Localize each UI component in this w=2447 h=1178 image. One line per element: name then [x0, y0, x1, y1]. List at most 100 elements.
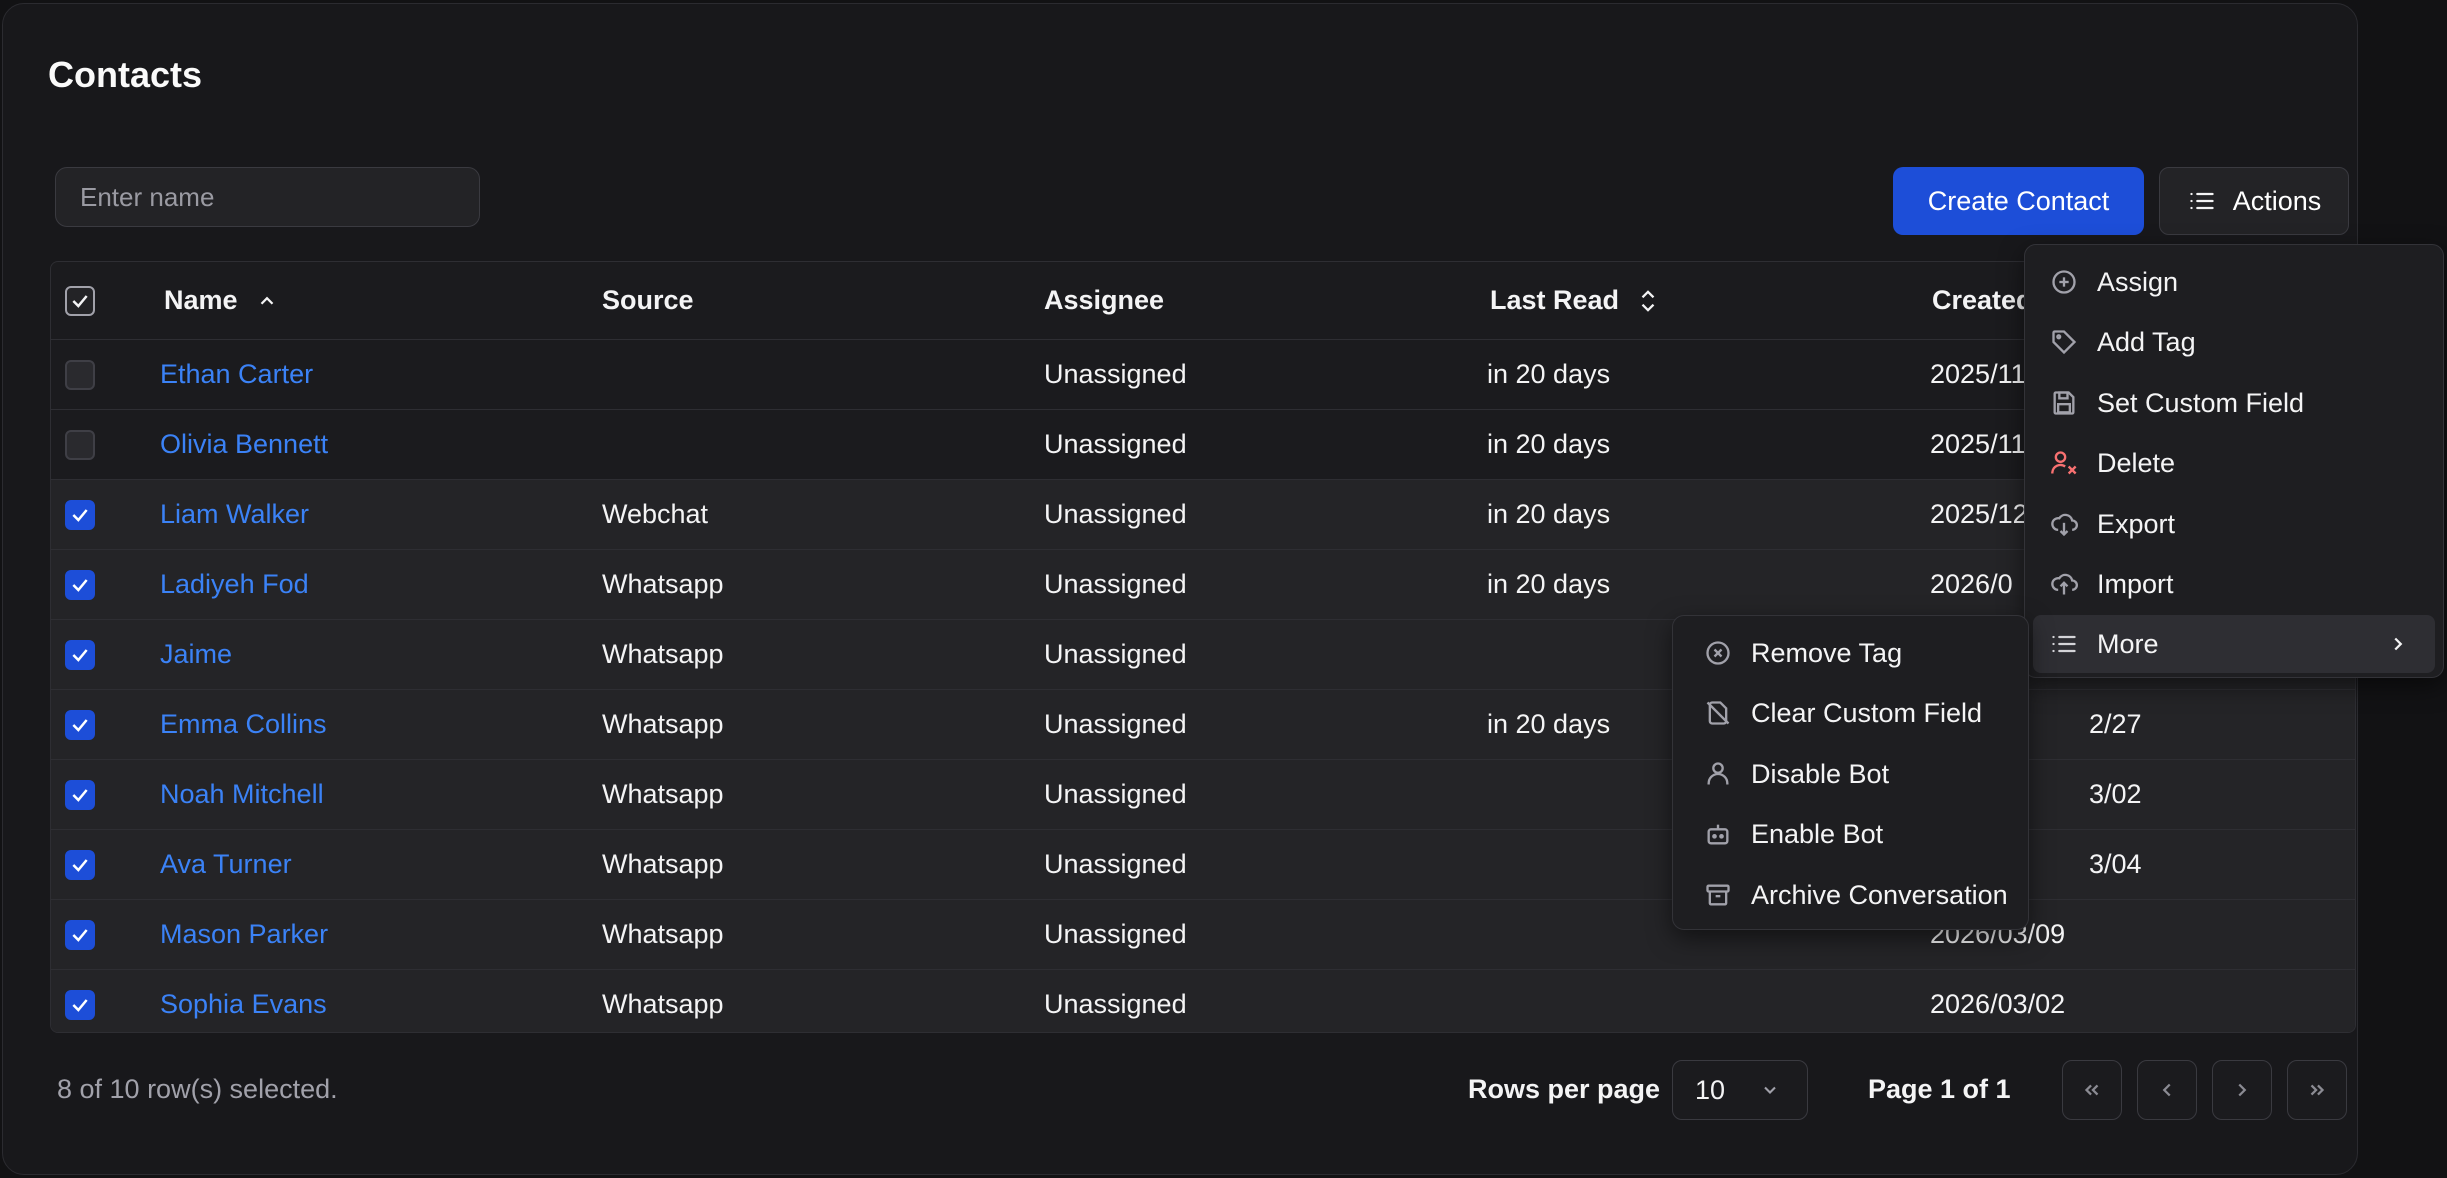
rows-per-page-select[interactable]: 10 [1672, 1060, 1808, 1120]
submenu-item-remove-tag[interactable]: Remove Tag [1681, 624, 2020, 682]
contact-name-link[interactable]: Ladiyeh Fod [160, 569, 309, 600]
row-checkbox[interactable] [65, 709, 95, 740]
user-icon [1703, 759, 1733, 789]
menu-item-import[interactable]: Import [2033, 555, 2435, 613]
created-cell: 3/02 [2089, 779, 2142, 809]
search-input[interactable] [55, 167, 480, 227]
column-header-last-read[interactable]: Last Read [1490, 262, 1663, 339]
last-read-cell: in 20 days [1487, 499, 1611, 529]
menu-item-delete[interactable]: Delete [2033, 434, 2435, 492]
assignee-cell: Unassigned [1044, 429, 1187, 459]
created-cell: 2026/03/02 [1930, 989, 2066, 1019]
contact-name-link[interactable]: Jaime [160, 639, 232, 670]
created-cell: 2026/0 [1930, 569, 2013, 599]
contact-name-link[interactable]: Ava Turner [160, 849, 292, 880]
file-off-icon [1703, 698, 1733, 728]
assignee-cell: Unassigned [1044, 849, 1187, 879]
previous-page-button[interactable] [2137, 1060, 2197, 1120]
assignee-cell: Unassigned [1044, 989, 1187, 1019]
row-checkbox[interactable] [65, 779, 95, 810]
table-row: Olivia Bennett Unassigned in 20 days 2025/1… [51, 410, 2355, 480]
sort-ascending-icon [252, 286, 282, 316]
source-cell: Whatsapp [602, 639, 724, 669]
column-header-source: Source [602, 285, 694, 315]
row-checkbox[interactable] [65, 639, 95, 670]
created-cell: 2025/11 [1930, 429, 2026, 459]
create-contact-button[interactable]: Create Contact [1893, 167, 2144, 235]
actions-button-label: Actions [2232, 185, 2322, 216]
cloud-upload-icon [2049, 569, 2079, 599]
page-info: Page 1 of 1 [1868, 1074, 2011, 1104]
table-row: Sophia Evans Whatsapp Unassigned 2026/03/02 [51, 970, 2355, 1032]
contact-name-link[interactable]: Emma Collins [160, 709, 327, 740]
submenu-item-clear-custom-field[interactable]: Clear Custom Field [1681, 684, 2020, 742]
cloud-download-icon [2049, 509, 2079, 539]
created-cell: 2025/11 [1930, 359, 2026, 389]
row-checkbox[interactable] [65, 499, 95, 530]
contact-name-link[interactable]: Ethan Carter [160, 359, 313, 390]
table-row: Ladiyeh Fod Whatsapp Unassigned in 20 days 2… [51, 550, 2355, 620]
contact-name-link[interactable]: Noah Mitchell [160, 779, 324, 810]
last-read-cell: in 20 days [1487, 359, 1611, 389]
rows-per-page-label: Rows per page [1468, 1074, 1661, 1104]
assignee-cell: Unassigned [1044, 499, 1187, 529]
submenu-item-archive-conversation[interactable]: Archive Conversation [1681, 866, 2020, 924]
row-checkbox[interactable] [65, 919, 95, 950]
submenu-item-disable-bot[interactable]: Disable Bot [1681, 745, 2020, 803]
created-cell: 2025/12 [1930, 499, 2028, 529]
menu-item-assign[interactable]: Assign [2033, 253, 2435, 311]
tag-icon [2049, 327, 2079, 357]
save-icon [2049, 388, 2079, 418]
submenu-item-enable-bot[interactable]: Enable Bot [1681, 805, 2020, 863]
row-checkbox[interactable] [65, 429, 95, 460]
assignee-cell: Unassigned [1044, 919, 1187, 949]
actions-button[interactable]: Actions [2159, 167, 2349, 235]
row-checkbox[interactable] [65, 989, 95, 1020]
contact-name-link[interactable]: Olivia Bennett [160, 429, 328, 460]
first-page-button[interactable] [2062, 1060, 2122, 1120]
assignee-cell: Unassigned [1044, 569, 1187, 599]
select-all-checkbox[interactable] [65, 285, 95, 316]
assignee-cell: Unassigned [1044, 639, 1187, 669]
bot-icon [1703, 819, 1733, 849]
more-submenu: Remove Tag Clear Custom Field Disable Bo… [1672, 615, 2029, 930]
chevron-left-icon [2152, 1075, 2182, 1105]
chevrons-right-icon [2302, 1075, 2332, 1105]
source-cell: Whatsapp [602, 989, 724, 1019]
last-page-button[interactable] [2287, 1060, 2347, 1120]
assignee-cell: Unassigned [1044, 709, 1187, 739]
source-cell: Whatsapp [602, 779, 724, 809]
row-checkbox[interactable] [65, 359, 95, 390]
source-cell: Webchat [602, 499, 709, 529]
menu-item-export[interactable]: Export [2033, 495, 2435, 553]
table-header-row: Name Source Assignee Last Read Created [51, 262, 2355, 340]
source-cell: Whatsapp [602, 849, 724, 879]
table-row: Liam Walker Webchat Unassigned in 20 days 20… [51, 480, 2355, 550]
contact-name-link[interactable]: Sophia Evans [160, 989, 327, 1020]
row-checkbox[interactable] [65, 849, 95, 880]
rows-per-page-value: 10 [1695, 1074, 1726, 1105]
list-icon [2049, 629, 2079, 659]
contact-name-link[interactable]: Liam Walker [160, 499, 309, 530]
source-cell: Whatsapp [602, 919, 724, 949]
user-remove-icon [2049, 448, 2079, 478]
contact-name-link[interactable]: Mason Parker [160, 919, 328, 950]
table-row: Ethan Carter Unassigned in 20 days 2025/11 [51, 340, 2355, 410]
assignee-cell: Unassigned [1044, 359, 1187, 389]
menu-item-set-custom-field[interactable]: Set Custom Field [2033, 374, 2435, 432]
menu-item-add-tag[interactable]: Add Tag [2033, 313, 2435, 371]
chevron-down-icon [1755, 1075, 1785, 1105]
column-header-name[interactable]: Name [164, 262, 282, 339]
chevron-right-icon [2227, 1075, 2257, 1105]
actions-menu: Assign Add Tag Set Custom Field Delete E… [2024, 244, 2444, 678]
source-cell: Whatsapp [602, 709, 724, 739]
chevrons-left-icon [2077, 1075, 2107, 1105]
last-read-cell: in 20 days [1487, 429, 1611, 459]
row-checkbox[interactable] [65, 569, 95, 600]
last-read-cell: in 20 days [1487, 709, 1611, 739]
last-read-cell: in 20 days [1487, 569, 1611, 599]
selection-status: 8 of 10 row(s) selected. [57, 1074, 338, 1104]
menu-item-more[interactable]: More [2033, 615, 2435, 673]
next-page-button[interactable] [2212, 1060, 2272, 1120]
sort-toggle-icon [1633, 286, 1663, 316]
